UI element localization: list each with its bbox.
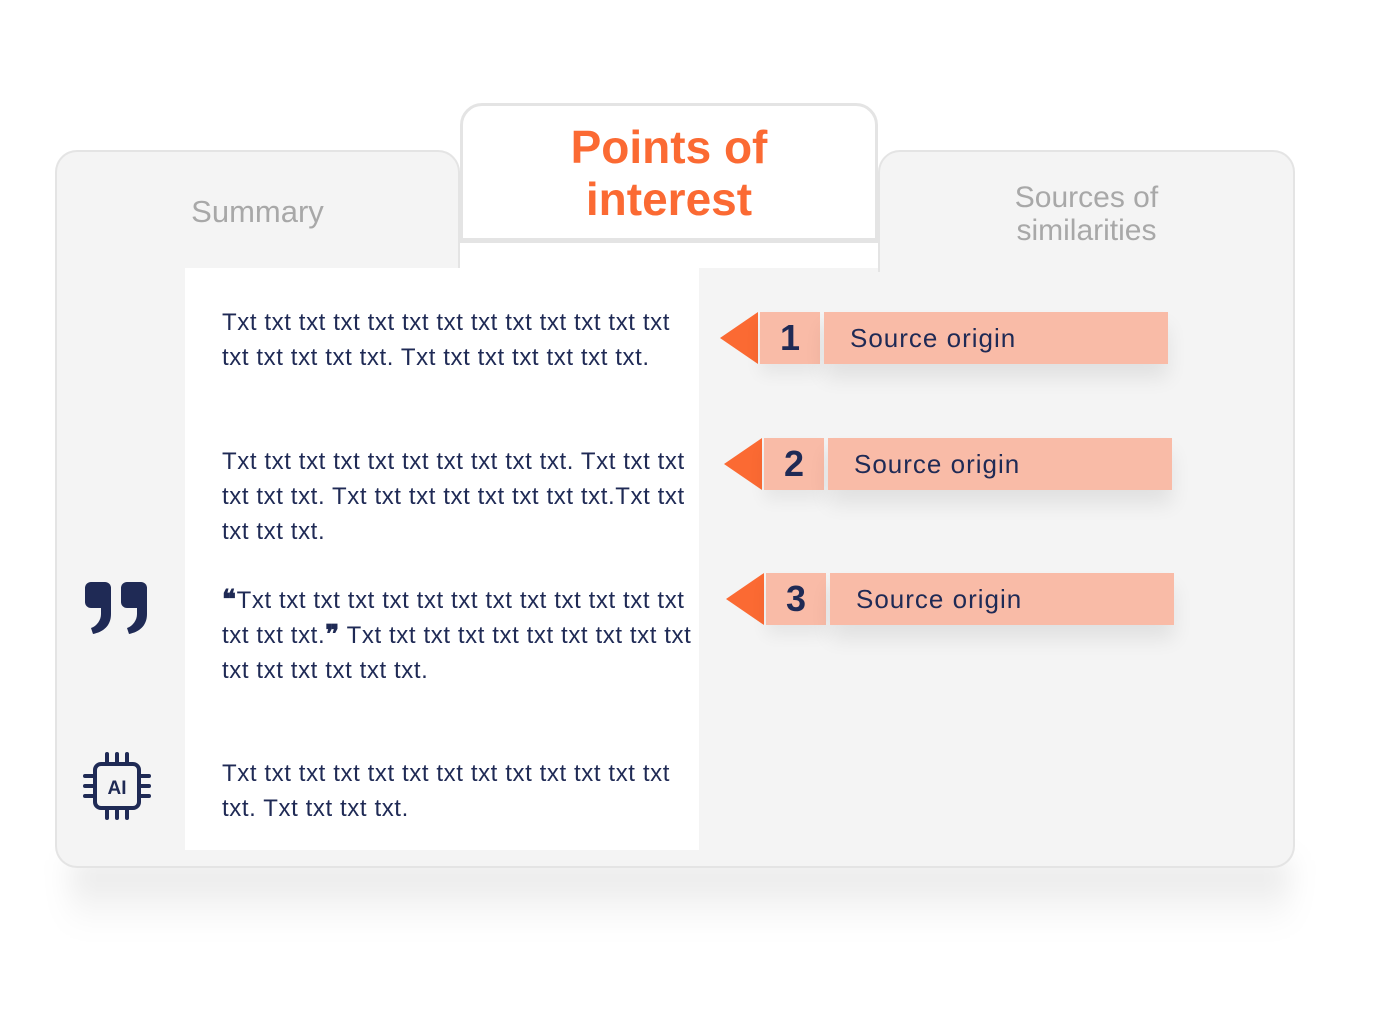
tab-summary[interactable]: Summary: [55, 150, 460, 272]
quote-close-mark: ❞: [325, 620, 340, 650]
paragraph-4: Txt txt txt txt txt txt txt txt txt txt …: [222, 760, 670, 822]
arrow-left-icon: [724, 438, 762, 490]
source-number: 1: [760, 312, 820, 364]
source-label: Source origin: [830, 573, 1174, 625]
paragraph-1: Txt txt txt txt txt txt txt txt txt txt …: [222, 309, 670, 371]
quote-open-mark: ❝: [222, 585, 237, 615]
active-tab-baseline: [458, 238, 880, 243]
tab-sources-label: Sources of similarities: [1014, 181, 1159, 247]
tab-points-of-interest[interactable]: Points of interest: [460, 103, 878, 243]
source-label: Source origin: [824, 312, 1168, 364]
source-number: 3: [766, 573, 826, 625]
panel-shadow: [70, 860, 1290, 930]
tab-sources-of-similarities[interactable]: Sources of similarities: [878, 150, 1295, 272]
content-card: Txt txt txt txt txt txt txt txt txt txt …: [185, 268, 699, 850]
arrow-left-icon: [720, 312, 758, 364]
arrow-left-icon: [726, 573, 764, 625]
ai-chip-icon: AI: [82, 752, 152, 825]
tab-points-of-interest-label: Points of interest: [570, 121, 768, 225]
ai-chip-text: AI: [108, 778, 127, 799]
paragraph-2: Txt txt txt txt txt txt txt txt txt txt.…: [222, 448, 685, 545]
paragraph-3-quote: ❝Txt txt txt txt txt txt txt txt txt txt…: [222, 583, 692, 688]
source-number: 2: [764, 438, 824, 490]
source-label: Source origin: [828, 438, 1172, 490]
tab-summary-label: Summary: [191, 194, 324, 229]
quote-icon: [83, 580, 151, 641]
